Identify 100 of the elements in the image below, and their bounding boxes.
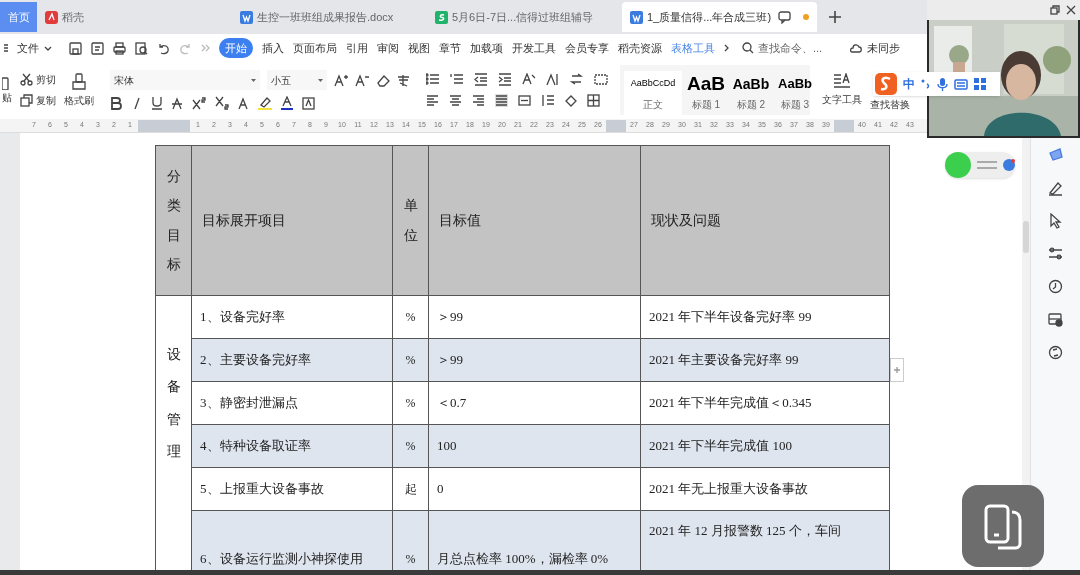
document-icon[interactable] <box>630 10 643 24</box>
font-dropdown[interactable]: 宋体 <box>110 70 260 90</box>
table-insert-icon[interactable] <box>594 73 608 86</box>
document-icon[interactable] <box>240 10 253 24</box>
format-painter-button[interactable]: 格式刷 <box>64 72 94 108</box>
ribbon-tab[interactable]: 加载项 <box>470 39 503 57</box>
document-tab[interactable]: 稻壳 <box>37 2 232 32</box>
align-left-icon[interactable] <box>426 94 439 107</box>
adjust-icon[interactable] <box>1048 246 1063 262</box>
line-spacing-icon[interactable] <box>541 94 554 107</box>
refresh-icon[interactable] <box>1048 345 1063 361</box>
punctuation-icon[interactable] <box>921 78 931 90</box>
print-icon[interactable] <box>113 41 126 55</box>
document-tab[interactable]: 5月6日-7日...信得过班组辅导 <box>427 2 622 32</box>
microphone-icon[interactable] <box>937 77 948 91</box>
comment-icon[interactable] <box>778 10 791 24</box>
print-preview-icon[interactable] <box>135 41 148 55</box>
cloud-icon[interactable] <box>849 42 862 54</box>
justify-icon[interactable] <box>495 94 508 107</box>
sync-status[interactable]: 未同步 <box>867 39 900 57</box>
docer-logo-icon[interactable] <box>45 10 58 24</box>
ribbon-tab[interactable]: 稻壳资源 <box>618 39 662 57</box>
ribbon-tab[interactable]: 页面布局 <box>293 39 337 57</box>
target-cell-text: 100 <box>437 437 457 456</box>
ime-mode-toggle[interactable]: 中 <box>903 75 915 93</box>
find-replace-button[interactable]: 查找替换 <box>870 97 910 112</box>
bullet-list-icon[interactable] <box>426 73 440 86</box>
ruler-marker[interactable] <box>606 119 626 132</box>
cursor-icon[interactable] <box>1048 213 1063 229</box>
eraser-icon[interactable] <box>376 73 390 87</box>
borders-icon[interactable] <box>587 94 600 107</box>
style-gallery[interactable]: AaBbCcDd 正文 AaB 标题 1 AaBb 标题 2 AaBb 标题 3 <box>620 65 810 115</box>
grow-font-icon[interactable] <box>334 73 348 87</box>
document-tab[interactable]: 生控一班班组成果报告.docx <box>232 2 427 32</box>
input-method-logo-icon[interactable] <box>875 73 897 95</box>
spreadsheet-icon[interactable] <box>435 10 448 24</box>
paste-button[interactable]: 贴 <box>2 89 12 105</box>
character-border-icon[interactable] <box>302 96 315 110</box>
undo-icon[interactable] <box>157 41 170 55</box>
ribbon-tab[interactable]: 章节 <box>439 39 461 57</box>
image-tool-icon[interactable] <box>1048 312 1063 328</box>
style-preset[interactable]: AaBb 标题 2 <box>730 71 772 115</box>
superscript-icon[interactable] <box>192 96 206 110</box>
chevron-right-icon[interactable] <box>724 44 729 52</box>
ribbon-tab[interactable]: 表格工具 <box>671 39 715 57</box>
strikethrough-icon[interactable] <box>172 96 183 110</box>
keyboard-icon[interactable] <box>954 78 968 90</box>
ribbon-tab[interactable]: 插入 <box>262 39 284 57</box>
italic-icon[interactable] <box>131 96 142 110</box>
ribbon-tab[interactable]: 视图 <box>408 39 430 57</box>
sort-icon[interactable] <box>546 73 560 86</box>
highlight-icon[interactable] <box>258 96 272 110</box>
cut-button[interactable]: 剪切 <box>20 72 56 87</box>
subscript-icon[interactable] <box>215 96 229 110</box>
size-dropdown[interactable]: 小五 <box>267 70 327 90</box>
toolbox-icon[interactable] <box>974 78 986 90</box>
numbered-list-icon[interactable] <box>450 73 464 86</box>
phonetic-icon[interactable] <box>397 73 410 87</box>
menu-icon[interactable] <box>4 43 8 53</box>
chevron-down-icon[interactable] <box>44 45 52 51</box>
text-direction-icon[interactable] <box>522 73 536 86</box>
export-pdf-icon[interactable] <box>91 41 104 55</box>
distribute-icon[interactable] <box>518 94 531 107</box>
shading-icon[interactable] <box>564 94 577 107</box>
ribbon-tab[interactable]: 开发工具 <box>512 39 556 57</box>
underline-icon[interactable] <box>151 96 163 110</box>
search-field[interactable]: 查找命令、... <box>742 39 828 57</box>
clock-icon[interactable] <box>1048 279 1063 295</box>
paste-icon[interactable] <box>2 75 9 90</box>
text-tools-button[interactable]: 文字工具 <box>822 73 862 107</box>
phone-transfer-button[interactable] <box>962 485 1044 567</box>
decrease-indent-icon[interactable] <box>474 73 488 86</box>
shrink-font-icon[interactable] <box>355 73 369 87</box>
align-right-icon[interactable] <box>472 94 485 107</box>
style-preset[interactable]: AaB 标题 1 <box>685 71 727 115</box>
pen-icon[interactable] <box>1048 180 1063 196</box>
add-tab-icon[interactable] <box>829 11 841 23</box>
status-cell-text: 2021 年下半年完成值 100 <box>649 437 792 456</box>
shapes-icon[interactable] <box>1048 147 1063 163</box>
ribbon-tab[interactable]: 引用 <box>346 39 368 57</box>
ribbon-tab[interactable]: 开始 <box>219 37 253 59</box>
align-center-icon[interactable] <box>449 94 462 107</box>
save-icon[interactable] <box>69 41 82 55</box>
file-menu[interactable]: 文件 <box>17 39 39 57</box>
scrollbar-thumb[interactable] <box>1023 221 1029 253</box>
style-preset[interactable]: AaBbCcDd 正文 <box>624 71 682 115</box>
ribbon-tab[interactable]: 审阅 <box>377 39 399 57</box>
ruler-marker[interactable] <box>834 119 854 132</box>
ruler-marker[interactable] <box>138 119 190 132</box>
close-icon[interactable] <box>1066 5 1076 15</box>
text-effect-icon[interactable] <box>238 96 249 110</box>
show-marks-icon[interactable] <box>570 73 584 86</box>
font-color-icon[interactable] <box>281 96 293 110</box>
restore-icon[interactable] <box>1050 5 1060 15</box>
document-tab[interactable]: 1_质量信得...年合成三班) <box>622 2 817 32</box>
text-tools-icon <box>833 73 851 88</box>
bold-icon[interactable] <box>110 96 122 110</box>
increase-indent-icon[interactable] <box>498 73 512 86</box>
ribbon-tab[interactable]: 会员专享 <box>565 39 609 57</box>
copy-button[interactable]: 复制 <box>20 93 56 108</box>
